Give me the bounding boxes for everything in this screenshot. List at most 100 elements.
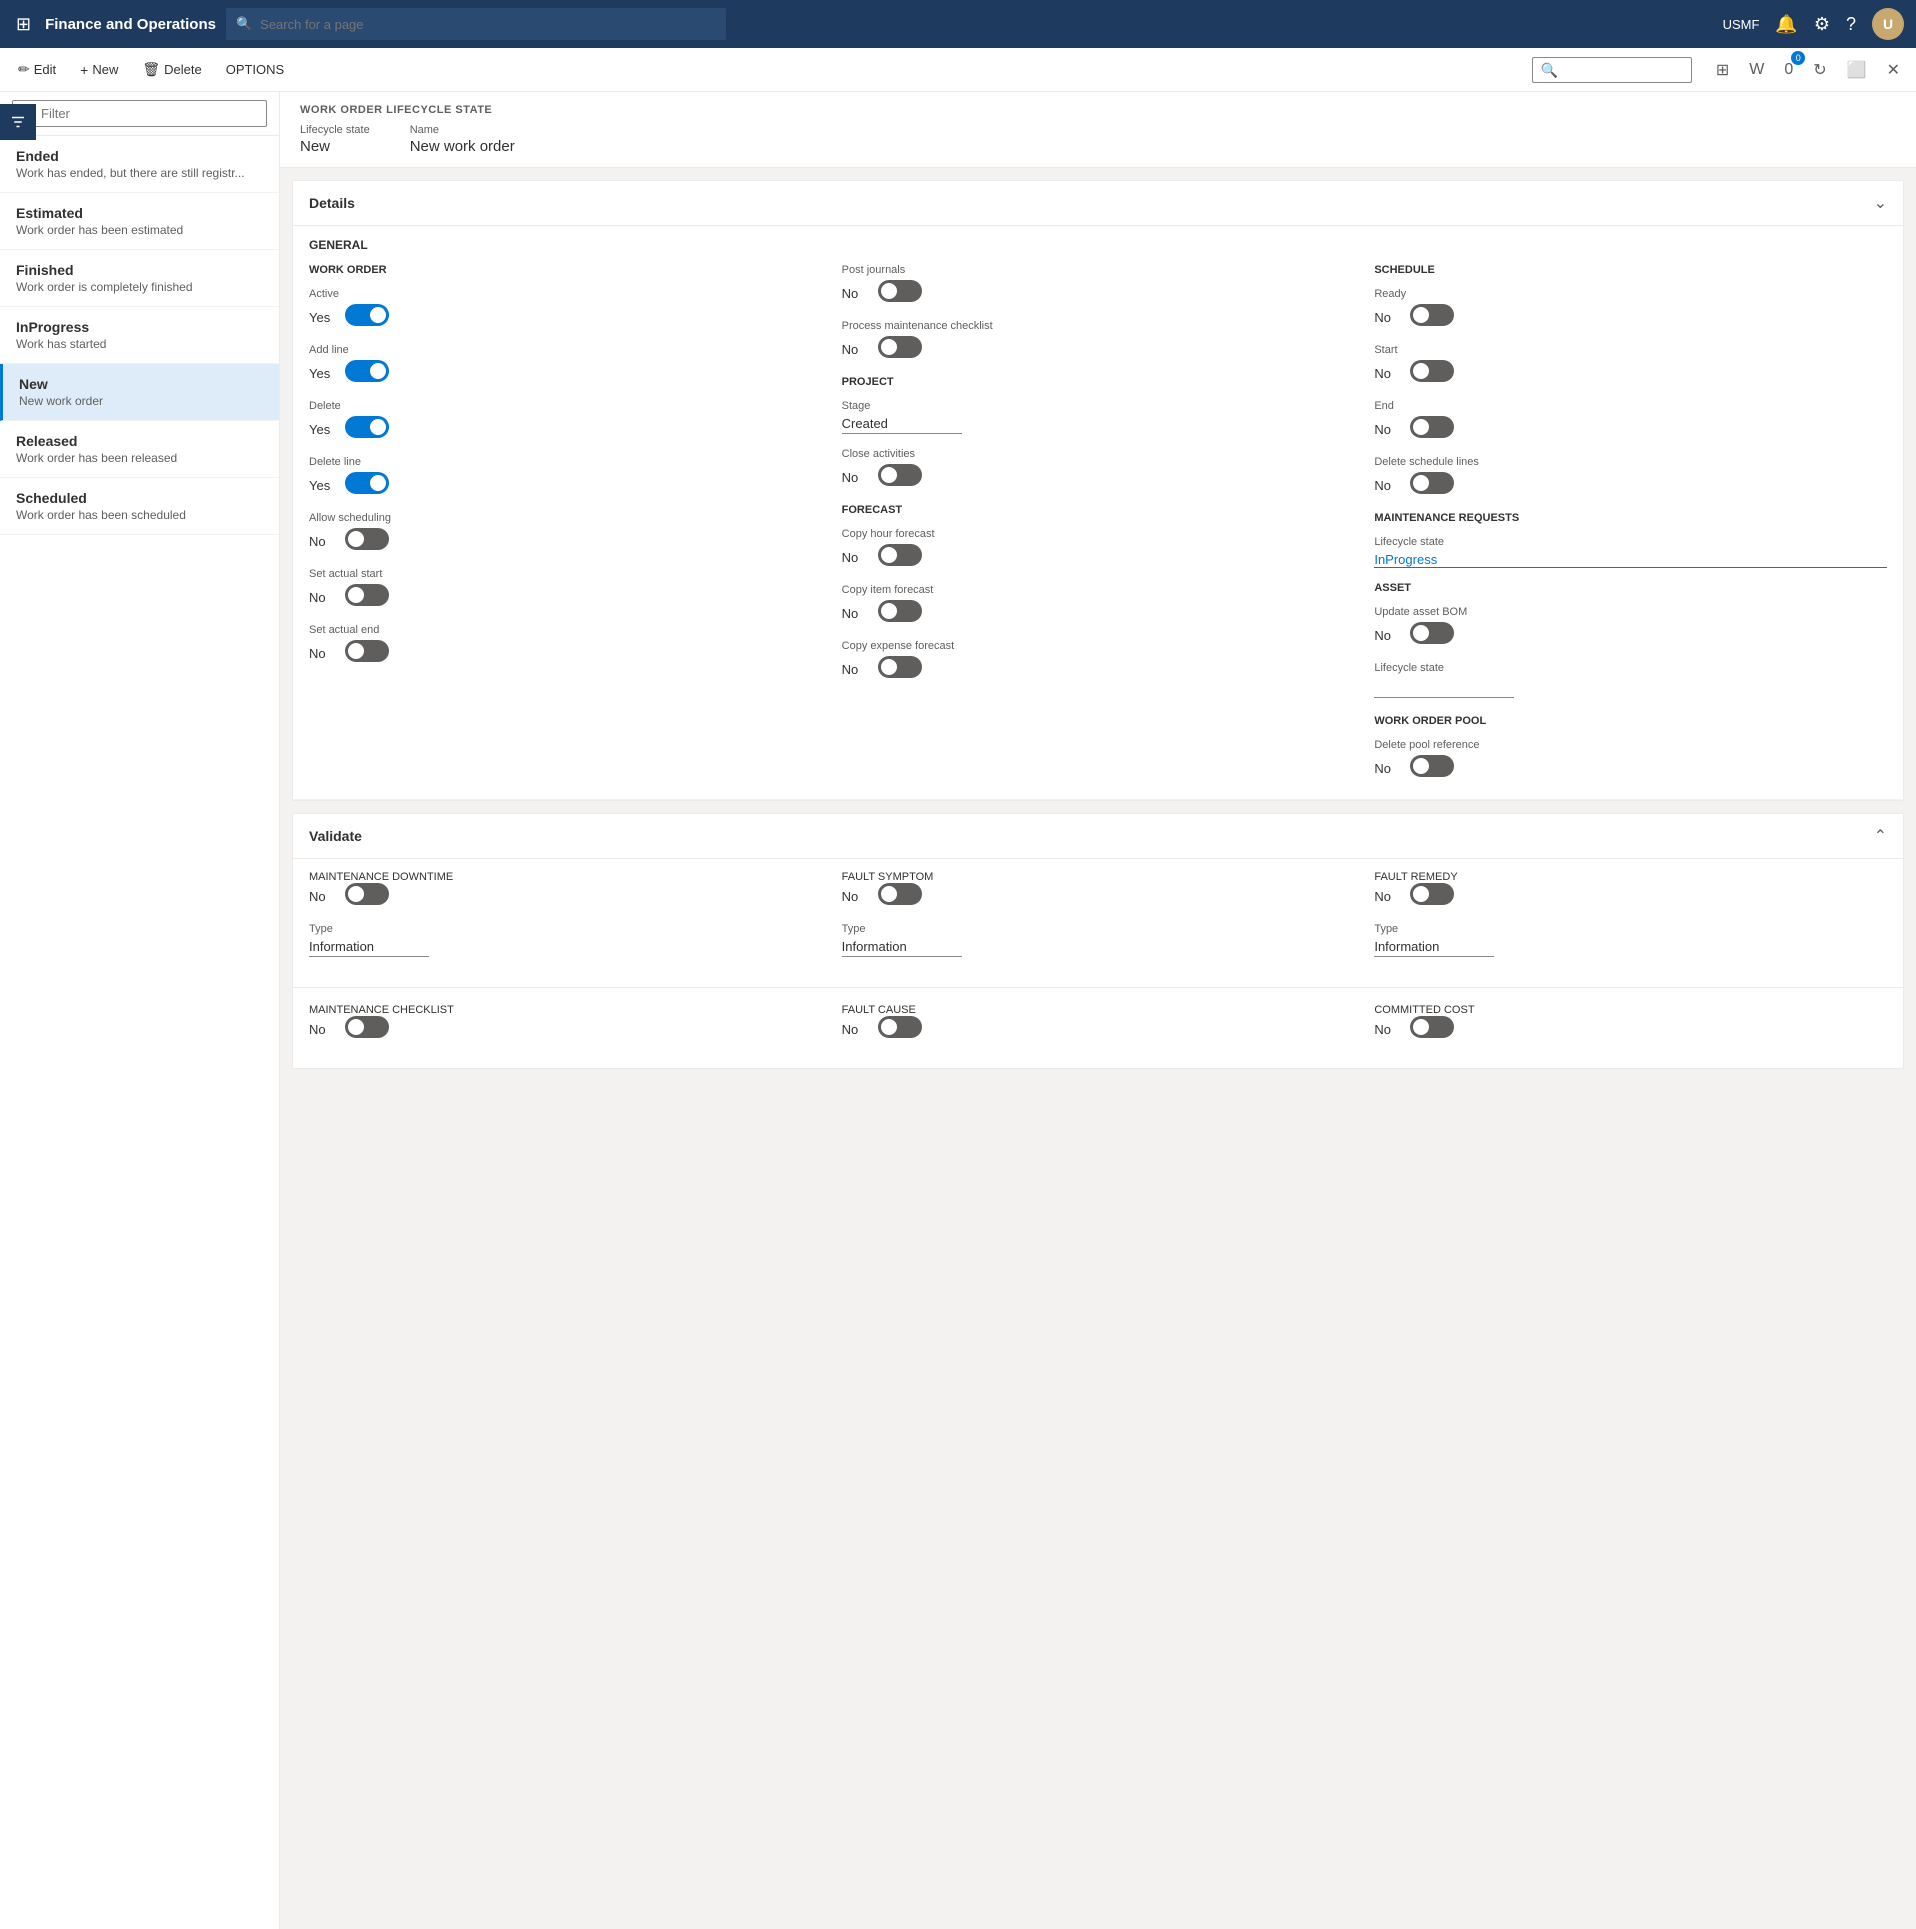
delete-schedule-lines-toggle-slider <box>1410 472 1454 494</box>
forecast-section-title: FORECAST <box>842 504 1355 516</box>
committed-cost-toggle[interactable] <box>1410 1016 1454 1038</box>
delete-line-toggle[interactable] <box>345 472 389 494</box>
filter-panel-icon[interactable] <box>0 104 36 140</box>
fault-symptom-toggle[interactable] <box>878 883 922 905</box>
add-line-toggle[interactable] <box>345 360 389 382</box>
delete-line-label: Delete line <box>309 456 822 468</box>
maintenance-downtime-toggle[interactable] <box>345 883 389 905</box>
update-asset-bom-label: Update asset BOM <box>1374 606 1887 618</box>
start-field: Start No <box>1374 344 1887 386</box>
sidebar-filter-input[interactable] <box>12 100 267 127</box>
details-card-title: Details <box>309 195 355 211</box>
secondary-toolbar: ✏ Edit + New 🗑 Delete OPTIONS ⊞ W 0 0 ↻ … <box>0 48 1916 92</box>
fault-cause-toggle[interactable] <box>878 1016 922 1038</box>
allow-scheduling-toggle[interactable] <box>345 528 389 550</box>
update-asset-bom-value: No <box>1374 628 1402 643</box>
asset-lifecycle-state-label: Lifecycle state <box>1374 662 1887 674</box>
ready-toggle[interactable] <box>1410 304 1454 326</box>
ready-toggle-slider <box>1410 304 1454 326</box>
active-toggle[interactable] <box>345 304 389 326</box>
copy-item-value: No <box>842 606 870 621</box>
general-section: General WORK ORDER Active Yes <box>293 226 1903 800</box>
sidebar-item-released-title: Released <box>16 433 263 449</box>
maximize-icon[interactable]: ⬜ <box>1839 54 1875 86</box>
copy-item-toggle[interactable] <box>878 600 922 622</box>
lifecycle-state-value: New <box>300 138 370 155</box>
fault-symptom-toggle-row: No <box>842 883 1355 909</box>
app-grid-icon[interactable]: ⊞ <box>12 10 35 39</box>
avatar[interactable]: U <box>1872 8 1904 40</box>
sidebar-item-inprogress[interactable]: InProgress Work has started <box>0 307 279 364</box>
maintenance-checklist-value: No <box>309 1022 337 1037</box>
sidebar-item-ended[interactable]: Ended Work has ended, but there are stil… <box>0 136 279 193</box>
toolbar-search-input[interactable] <box>1532 57 1692 83</box>
sidebar-item-estimated[interactable]: Estimated Work order has been estimated <box>0 193 279 250</box>
post-journals-toggle[interactable] <box>878 280 922 302</box>
details-card-header[interactable]: Details ⌄ <box>293 181 1903 226</box>
copy-hour-toggle[interactable] <box>878 544 922 566</box>
sidebar-item-finished[interactable]: Finished Work order is completely finish… <box>0 250 279 307</box>
help-icon[interactable]: ? <box>1846 14 1856 35</box>
maintenance-checklist-toggle[interactable] <box>345 1016 389 1038</box>
validate-card-header[interactable]: Validate ⌃ <box>293 814 1903 859</box>
close-activities-toggle[interactable] <box>878 464 922 486</box>
notification-icon[interactable]: 🔔 <box>1775 14 1797 35</box>
delete-field: Delete Yes <box>309 400 822 442</box>
maintenance-downtime-value: No <box>309 889 337 904</box>
committed-cost-section-title: COMMITTED COST <box>1374 1004 1887 1016</box>
right-column: SCHEDULE Ready No <box>1374 264 1887 795</box>
global-search-input[interactable] <box>260 17 716 32</box>
notification-badge-icon[interactable]: 0 0 <box>1776 55 1801 85</box>
sidebar-item-released-desc: Work order has been released <box>16 451 263 465</box>
settings-icon[interactable]: ⚙ <box>1814 14 1830 35</box>
sidebar-item-released[interactable]: Released Work order has been released <box>0 421 279 478</box>
ready-label: Ready <box>1374 288 1887 300</box>
grid-view-icon[interactable]: ⊞ <box>1708 54 1737 86</box>
environment-label: USMF <box>1723 17 1760 32</box>
delete-schedule-lines-toggle[interactable] <box>1410 472 1454 494</box>
delete-pool-ref-field: Delete pool reference No <box>1374 739 1887 781</box>
process-checklist-toggle[interactable] <box>878 336 922 358</box>
asset-lifecycle-state-field: Lifecycle state <box>1374 662 1887 701</box>
delete-button[interactable]: 🗑 Delete <box>132 55 211 84</box>
refresh-icon[interactable]: ↻ <box>1805 54 1834 86</box>
options-button[interactable]: OPTIONS <box>216 56 295 83</box>
close-icon[interactable]: ✕ <box>1879 54 1908 86</box>
fault-remedy-type-value: Information <box>1374 939 1494 957</box>
allow-scheduling-field: Allow scheduling No <box>309 512 822 554</box>
sidebar-item-scheduled[interactable]: Scheduled Work order has been scheduled <box>0 478 279 535</box>
fault-symptom-toggle-field: No <box>842 883 1355 909</box>
fault-cause-toggle-field: No <box>842 1016 1355 1042</box>
ready-toggle-row: No <box>1374 304 1887 330</box>
post-journals-toggle-slider <box>878 280 922 302</box>
end-label: End <box>1374 400 1887 412</box>
copy-expense-value: No <box>842 662 870 677</box>
update-asset-bom-toggle[interactable] <box>1410 622 1454 644</box>
copy-expense-toggle[interactable] <box>878 656 922 678</box>
sidebar-item-new[interactable]: New New work order <box>0 364 279 421</box>
sidebar-item-finished-desc: Work order is completely finished <box>16 280 263 294</box>
delete-toggle[interactable] <box>345 416 389 438</box>
fault-symptom-column: FAULT SYMPTOM No Type Information <box>842 871 1355 971</box>
process-checklist-field: Process maintenance checklist No <box>842 320 1355 362</box>
sidebar-item-inprogress-title: InProgress <box>16 319 263 335</box>
set-actual-start-toggle[interactable] <box>345 584 389 606</box>
maintenance-downtime-toggle-slider <box>345 883 389 905</box>
new-button[interactable]: + New <box>70 56 128 84</box>
process-checklist-value: No <box>842 342 870 357</box>
maintenance-downtime-type-label: Type <box>309 923 822 935</box>
delete-pool-ref-toggle[interactable] <box>1410 755 1454 777</box>
mr-lifecycle-state-value[interactable]: InProgress <box>1374 552 1887 568</box>
start-toggle[interactable] <box>1410 360 1454 382</box>
close-activities-value: No <box>842 470 870 485</box>
sidebar-item-inprogress-desc: Work has started <box>16 337 263 351</box>
edit-button[interactable]: ✏ Edit <box>8 55 66 84</box>
global-search-bar[interactable]: 🔍 <box>226 8 726 40</box>
fault-cause-toggle-row: No <box>842 1016 1355 1042</box>
end-toggle[interactable] <box>1410 416 1454 438</box>
word-icon[interactable]: W <box>1741 55 1772 85</box>
set-actual-end-toggle[interactable] <box>345 640 389 662</box>
fault-remedy-toggle[interactable] <box>1410 883 1454 905</box>
post-journals-field: Post journals No <box>842 264 1355 306</box>
record-header-fields: Lifecycle state New Name New work order <box>300 124 1896 155</box>
